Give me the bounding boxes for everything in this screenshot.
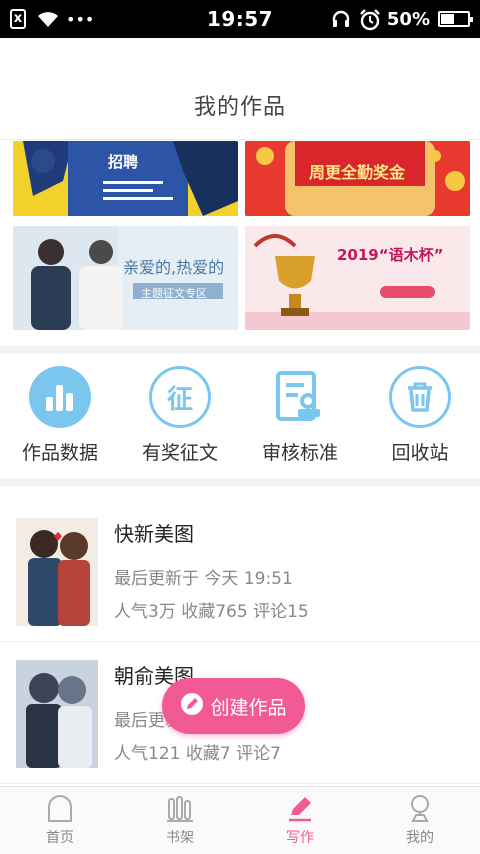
tool-works-data-label: 作品数据 xyxy=(21,442,98,464)
contest-banner-sub: 主题征文专区 xyxy=(141,287,207,300)
status-right: 50% xyxy=(310,8,473,31)
banner-grid: 招聘 周更全勤奖金 亲爱的,热爱的 主题征文专区 2019“语木杯” xyxy=(0,141,480,346)
nav-mine-label: 我的 xyxy=(406,830,434,846)
recruit-banner[interactable]: 招聘 xyxy=(13,141,238,216)
header: 我的作品 xyxy=(0,38,480,140)
tool-review-standard-label: 审核标准 xyxy=(261,442,338,464)
tool-recycle-bin[interactable]: 回收站 xyxy=(360,356,480,478)
bottom-nav: 首页 书架 写作 我的 xyxy=(0,786,480,854)
work-title: 快新美图 xyxy=(114,522,194,546)
create-work-label: 创建作品 xyxy=(210,696,287,719)
document-stamp-icon xyxy=(269,366,331,428)
work-updated: 最后更新于 今天 19:51 xyxy=(114,569,293,589)
headphones-icon xyxy=(331,9,351,29)
zheng-badge-icon: 征 xyxy=(149,366,211,428)
nav-home[interactable]: 首页 xyxy=(0,787,120,854)
cup-banner[interactable]: 2019“语木杯” xyxy=(245,226,470,330)
status-bar: x ••• 19:57 50% xyxy=(0,0,480,38)
tool-recycle-bin-label: 回收站 xyxy=(391,442,449,464)
pencil-icon xyxy=(180,692,204,721)
bookshelf-icon xyxy=(167,796,193,822)
home-arch-icon xyxy=(48,795,72,822)
tools-row: 作品数据 征 有奖征文 审核标准 回收站 xyxy=(0,356,480,478)
battery-percent: 50% xyxy=(386,8,430,30)
no-sim-icon: x xyxy=(10,9,26,29)
nav-write[interactable]: 写作 xyxy=(240,787,360,854)
create-work-button[interactable]: 创建作品 xyxy=(162,678,305,734)
clock: 19:57 xyxy=(206,7,274,31)
work-cover xyxy=(16,518,98,626)
nav-write-label: 写作 xyxy=(286,830,314,846)
work-cover xyxy=(16,660,98,768)
nav-bookshelf[interactable]: 书架 xyxy=(120,787,240,854)
tool-prize-essay-label: 有奖征文 xyxy=(141,442,218,464)
person-icon xyxy=(411,795,429,822)
wifi-icon xyxy=(36,9,58,29)
work-stats: 人气3万 收藏765 评论15 xyxy=(114,602,309,622)
nav-mine[interactable]: 我的 xyxy=(360,787,480,854)
recruit-banner-text: 招聘 xyxy=(108,153,139,171)
work-stats: 人气121 收藏7 评论7 xyxy=(114,744,281,764)
tool-review-standard[interactable]: 审核标准 xyxy=(240,356,360,478)
bonus-banner[interactable]: 周更全勤奖金 xyxy=(245,141,470,216)
nav-home-label: 首页 xyxy=(46,830,74,846)
more-dots-icon: ••• xyxy=(66,9,95,29)
cup-banner-text: 2019“语木杯” xyxy=(337,246,444,264)
section-divider xyxy=(0,478,480,486)
contest-banner-art xyxy=(13,226,238,330)
alarm-icon xyxy=(359,9,380,31)
bar-chart-icon xyxy=(29,366,91,428)
contest-banner[interactable]: 亲爱的,热爱的 主题征文专区 xyxy=(13,226,238,330)
nav-bookshelf-label: 书架 xyxy=(166,830,194,846)
tool-works-data[interactable]: 作品数据 xyxy=(0,356,120,478)
contest-banner-title: 亲爱的,热爱的 xyxy=(123,258,225,277)
bonus-banner-text: 周更全勤奖金 xyxy=(309,163,406,182)
battery-icon xyxy=(438,11,473,27)
section-divider xyxy=(0,346,480,354)
trash-icon xyxy=(389,366,451,428)
page-title: 我的作品 xyxy=(193,95,286,120)
status-left: x ••• xyxy=(10,9,170,29)
zheng-badge-text: 征 xyxy=(166,384,193,415)
tool-prize-essay[interactable]: 征 有奖征文 xyxy=(120,356,240,478)
pen-icon xyxy=(289,797,311,822)
cup-banner-art xyxy=(245,226,470,330)
list-item[interactable]: 快新美图 最后更新于 今天 19:51 人气3万 收藏765 评论15 xyxy=(0,500,480,642)
